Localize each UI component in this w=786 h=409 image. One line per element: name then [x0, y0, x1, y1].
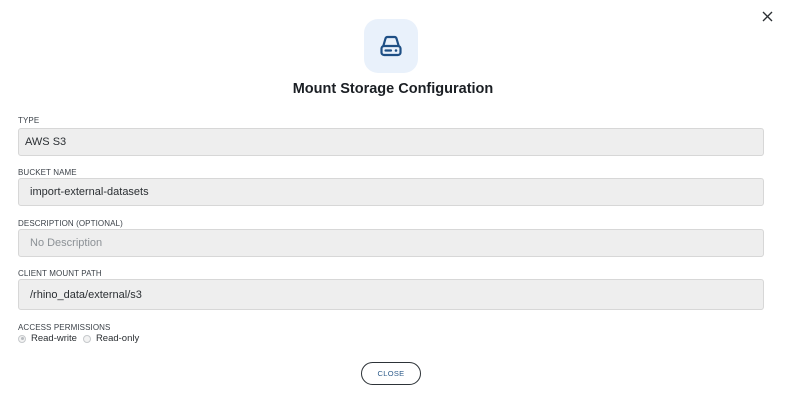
radio-read-only-label: Read-only	[95, 333, 140, 344]
bucket-name-field[interactable]: import-external-datasets	[18, 178, 764, 206]
access-permissions-label: ACCESS PERMISSIONS	[18, 323, 111, 332]
description-label: DESCRIPTION (OPTIONAL)	[18, 219, 123, 228]
radio-read-write-indicator[interactable]	[18, 334, 26, 343]
client-mount-path-value: /rhino_data/external/s3	[30, 288, 142, 301]
radio-read-write-label: Read-write	[31, 333, 77, 344]
type-label: TYPE	[18, 116, 40, 125]
description-field[interactable]: No Description	[18, 229, 764, 257]
type-field[interactable]: AWS S3	[18, 128, 764, 156]
access-permissions-group: Read-write Read-only	[18, 333, 145, 344]
dialog-title: Mount Storage Configuration	[292, 81, 494, 97]
hard-drive-icon	[380, 35, 402, 57]
client-mount-path-label: CLIENT MOUNT PATH	[18, 269, 102, 278]
radio-read-only-indicator[interactable]	[82, 334, 91, 343]
bucket-name-label: BUCKET NAME	[18, 168, 77, 177]
radio-read-only[interactable]: Read-only	[82, 333, 140, 344]
radio-read-write[interactable]: Read-write	[18, 333, 77, 344]
description-value: No Description	[30, 237, 103, 249]
client-mount-path-field[interactable]: /rhino_data/external/s3	[18, 279, 764, 310]
close-button[interactable]: CLOSE	[361, 362, 421, 385]
type-value: AWS S3	[25, 136, 67, 148]
mount-storage-dialog: Mount Storage Configuration TYPE AWS S3 …	[0, 0, 786, 409]
bucket-name-value: import-external-datasets	[30, 186, 149, 198]
header-icon-badge	[364, 19, 418, 73]
close-icon[interactable]	[759, 8, 775, 24]
